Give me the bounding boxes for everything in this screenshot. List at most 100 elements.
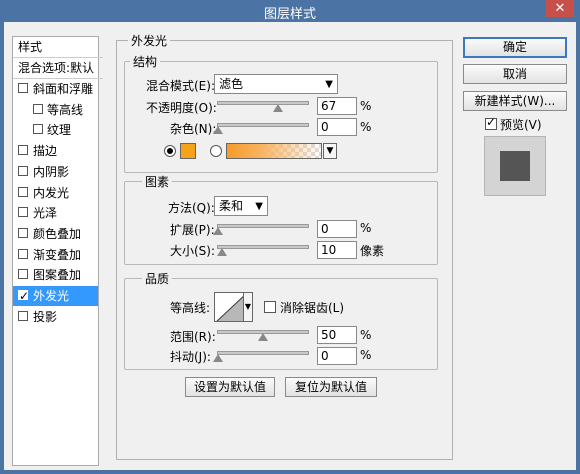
style-item-checkbox[interactable]	[18, 165, 28, 176]
new-style-button[interactable]: 新建样式(W)...	[463, 91, 567, 111]
spread-slider[interactable]	[213, 224, 309, 235]
cancel-button[interactable]: 取消	[463, 64, 567, 84]
size-label: 大小(S):	[170, 244, 216, 258]
style-item-label: 图案叠加	[33, 268, 82, 283]
structure-legend: 结构	[130, 53, 161, 70]
gradient-picker-arrow-icon[interactable]: ▼	[323, 143, 337, 159]
size-input[interactable]: 10	[317, 241, 357, 259]
jitter-input[interactable]: 0	[317, 347, 357, 365]
layer-style-dialog: 图层样式 ✕ 样式 混合选项:默认 斜面和浮雕等高线纹理描边内阴影内发光光泽颜色…	[0, 0, 580, 474]
style-item[interactable]: 图案叠加	[13, 265, 98, 285]
antialias-label[interactable]: 消除锯齿(L)	[280, 299, 344, 316]
jitter-slider[interactable]	[213, 351, 309, 362]
style-item[interactable]: 投影	[13, 307, 98, 327]
style-preview	[484, 136, 546, 196]
elements-legend: 图素	[142, 173, 173, 190]
blend-mode-label: 混合模式(E):	[146, 79, 215, 93]
window-title: 图层样式	[263, 7, 316, 22]
jitter-unit: %	[360, 348, 372, 362]
jitter-label: 抖动(J):	[170, 350, 211, 364]
preview-label[interactable]: 预览(V)	[500, 116, 542, 133]
method-label: 方法(Q):	[168, 201, 215, 215]
style-item-checkbox[interactable]	[18, 227, 28, 238]
style-item-checkbox[interactable]	[18, 83, 28, 93]
style-item-label: 描边	[33, 144, 58, 159]
preview-checkbox[interactable]: ✓	[485, 115, 497, 130]
title-bar: 图层样式 ✕	[0, 0, 580, 22]
noise-unit: %	[360, 120, 372, 134]
noise-slider-thumb[interactable]	[213, 126, 223, 134]
size-slider-thumb[interactable]	[216, 248, 227, 256]
range-slider[interactable]	[217, 330, 309, 341]
antialias-checkbox[interactable]	[264, 301, 276, 313]
range-label: 范围(R):	[170, 330, 216, 344]
style-item[interactable]: 纹理	[13, 120, 98, 140]
contour-dropdown-icon[interactable]: ▼	[243, 292, 253, 322]
opacity-slider-thumb[interactable]	[273, 104, 284, 112]
style-item[interactable]: 等高线	[13, 100, 98, 120]
style-item[interactable]: 颜色叠加	[13, 224, 98, 244]
noise-input[interactable]: 0	[317, 118, 357, 136]
style-item-label: 纹理	[47, 123, 72, 138]
style-item[interactable]: 内发光	[13, 183, 98, 203]
style-item-label: 投影	[33, 309, 58, 324]
style-item[interactable]: 内阴影	[13, 162, 98, 182]
style-item-label: 等高线	[47, 102, 84, 117]
style-item[interactable]: ✓ 外发光	[13, 286, 98, 306]
preview-square	[500, 151, 530, 181]
opacity-input[interactable]: 67	[317, 97, 357, 115]
spread-input[interactable]: 0	[317, 220, 357, 238]
style-item-checkbox[interactable]	[33, 103, 43, 114]
style-item-checkbox[interactable]	[18, 269, 28, 280]
styles-header[interactable]: 样式	[13, 37, 103, 58]
style-item-label: 内阴影	[33, 164, 70, 179]
style-item-label: 光泽	[33, 206, 58, 221]
style-item[interactable]: 光泽	[13, 203, 98, 223]
glow-gradient-swatch[interactable]	[226, 143, 322, 159]
range-unit: %	[360, 328, 372, 342]
blend-mode-value: 滤色	[219, 77, 244, 91]
solid-color-radio[interactable]	[164, 145, 176, 157]
noise-slider[interactable]	[213, 123, 309, 134]
opacity-unit: %	[360, 99, 372, 113]
method-select[interactable]: 柔和 ▼	[214, 196, 268, 216]
method-value: 柔和	[219, 199, 244, 213]
panel-title: 外发光	[128, 32, 171, 49]
style-item-checkbox[interactable]	[18, 145, 28, 156]
style-item-checkbox[interactable]	[18, 207, 28, 218]
spread-label: 扩展(P):	[170, 223, 215, 237]
size-slider[interactable]	[216, 245, 309, 256]
style-item[interactable]: 描边	[13, 141, 98, 161]
check-icon: ✓	[19, 289, 30, 303]
check-icon: ✓	[486, 115, 497, 129]
set-default-button[interactable]: 设置为默认值	[185, 377, 275, 397]
style-item[interactable]: 渐变叠加	[13, 245, 98, 265]
styles-list: 样式 混合选项:默认 斜面和浮雕等高线纹理描边内阴影内发光光泽颜色叠加渐变叠加图…	[12, 36, 103, 466]
blend-mode-select[interactable]: 滤色 ▼	[214, 74, 338, 94]
style-item-label: 颜色叠加	[33, 226, 82, 241]
range-input[interactable]: 50	[317, 326, 357, 344]
style-item-checkbox[interactable]	[18, 248, 28, 259]
gradient-radio[interactable]	[210, 145, 222, 157]
opacity-label: 不透明度(O):	[146, 101, 217, 115]
ok-button[interactable]: 确定	[463, 37, 567, 58]
reset-default-button[interactable]: 复位为默认值	[285, 377, 377, 397]
quality-legend: 品质	[142, 270, 173, 287]
style-item-checkbox[interactable]	[18, 310, 28, 321]
range-slider-thumb[interactable]	[258, 333, 268, 341]
close-button[interactable]: ✕	[546, 0, 574, 17]
spread-slider-thumb[interactable]	[213, 227, 223, 235]
style-item-label: 斜面和浮雕	[33, 82, 94, 96]
style-item-checkbox[interactable]: ✓	[18, 289, 29, 303]
spread-unit: %	[360, 221, 372, 235]
style-item-label: 外发光	[33, 289, 70, 303]
style-item-checkbox[interactable]	[18, 186, 28, 197]
glow-color-swatch[interactable]	[180, 143, 196, 159]
chevron-down-icon: ▼	[255, 201, 263, 212]
contour-label: 等高线:	[170, 301, 211, 315]
opacity-slider[interactable]	[217, 101, 309, 112]
style-item-checkbox[interactable]	[33, 124, 43, 135]
blending-options-item[interactable]: 混合选项:默认	[13, 58, 103, 79]
style-item[interactable]: 斜面和浮雕	[13, 79, 98, 99]
jitter-slider-thumb[interactable]	[213, 354, 223, 362]
